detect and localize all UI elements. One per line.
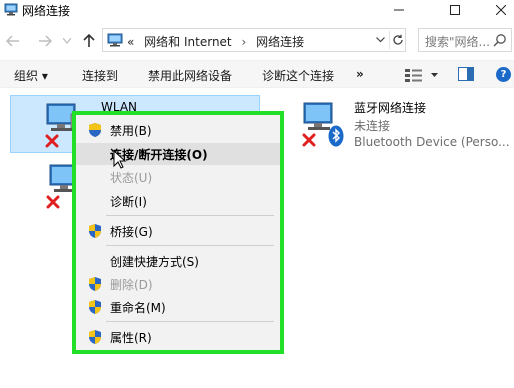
uac-shield-icon <box>89 277 101 291</box>
red-x-icon <box>46 195 60 209</box>
breadcrumb-network-internet[interactable]: 网络和 Internet <box>144 35 231 49</box>
forward-button[interactable] <box>36 32 54 50</box>
menu-item-disable[interactable]: 禁用(B) <box>76 119 280 141</box>
mouse-cursor-icon <box>113 150 127 169</box>
maximize-icon <box>450 5 460 15</box>
organize-menu[interactable]: 组织 ▾ <box>14 67 48 84</box>
search-placeholder: 搜索"网络... <box>425 35 490 49</box>
menu-item-diagnose[interactable]: 诊断(I) <box>76 190 280 212</box>
menu-separator <box>106 245 274 246</box>
menu-item-rename[interactable]: 重命名(M) <box>76 296 280 318</box>
adapter-device: Bluetooth Device (Perso... <box>354 135 510 149</box>
connect-to-button[interactable]: 连接到 <box>82 67 118 84</box>
menu-item-label: 状态(U) <box>110 171 153 185</box>
menu-item-connect-disconnect[interactable]: 连接/断开连接(O) <box>76 143 280 165</box>
breadcrumb-separator[interactable]: › <box>241 35 246 49</box>
bluetooth-icon <box>328 125 344 147</box>
close-icon <box>496 5 506 15</box>
arrow-right-icon <box>39 35 52 47</box>
maximize-button[interactable] <box>432 0 478 20</box>
back-button[interactable] <box>4 32 22 50</box>
help-icon[interactable]: ? <box>496 67 511 82</box>
disable-device-button[interactable]: 禁用此网络设备 <box>148 67 232 84</box>
menu-separator <box>106 215 274 216</box>
more-commands-button[interactable]: » <box>356 67 364 81</box>
preview-pane-icon[interactable] <box>458 67 474 81</box>
menu-item-label: 桥接(G) <box>110 225 153 239</box>
context-menu: 禁用(B) 连接/断开连接(O) 状态(U) 诊断(I) 桥接(G) 创建快捷方… <box>72 111 284 354</box>
uac-shield-icon <box>89 123 101 137</box>
adapter-name: 蓝牙网络连接 <box>354 101 427 115</box>
network-folder-icon <box>107 33 123 47</box>
recent-locations-button[interactable] <box>58 32 76 50</box>
up-button[interactable] <box>80 32 98 50</box>
title-bar: 网络连接 <box>0 0 514 20</box>
uac-shield-icon <box>89 330 101 344</box>
menu-item-create-shortcut[interactable]: 创建快捷方式(S) <box>76 250 280 272</box>
close-button[interactable] <box>478 0 514 20</box>
breadcrumb: « 网络和 Internet › 网络连接 <box>127 33 310 50</box>
uac-shield-icon <box>89 300 101 314</box>
menu-item-label: 诊断(I) <box>110 195 147 209</box>
network-folder-icon <box>4 3 18 16</box>
window-title: 网络连接 <box>22 4 71 18</box>
menu-item-label: 重命名(M) <box>110 301 166 315</box>
adapter-bluetooth[interactable]: 蓝牙网络连接 未连接 Bluetooth Device (Perso... <box>296 95 512 155</box>
red-x-icon <box>45 134 59 148</box>
chevron-down-icon <box>63 38 71 44</box>
red-x-icon <box>302 133 316 147</box>
menu-item-label: 创建快捷方式(S) <box>110 255 199 269</box>
address-bar[interactable]: « 网络和 Internet › 网络连接 <box>102 28 406 52</box>
menu-item-label: 属性(R) <box>110 331 152 345</box>
uac-shield-icon <box>89 224 101 238</box>
breadcrumb-network-connections[interactable]: 网络连接 <box>256 35 304 49</box>
menu-item-delete[interactable]: 删除(D) <box>76 273 280 295</box>
refresh-button[interactable] <box>389 31 405 49</box>
arrow-left-icon <box>6 35 19 47</box>
menu-item-properties[interactable]: 属性(R) <box>76 326 280 348</box>
menu-item-status[interactable]: 状态(U) <box>76 166 280 188</box>
change-view-icon[interactable] <box>404 67 440 83</box>
diagnose-connection-button[interactable]: 诊断这个连接 <box>262 67 334 84</box>
minimize-icon <box>394 9 404 11</box>
adapter-status: 未连接 <box>354 119 391 133</box>
navigation-bar: « 网络和 Internet › 网络连接 搜索"网络... <box>0 24 514 58</box>
chevron-down-icon <box>375 37 385 43</box>
menu-item-label: 删除(D) <box>110 278 153 292</box>
command-bar: 组织 ▾ 连接到 禁用此网络设备 诊断这个连接 » ? <box>0 60 514 88</box>
menu-separator <box>106 321 274 322</box>
menu-item-bridge[interactable]: 桥接(G) <box>76 220 280 242</box>
search-icon <box>493 34 506 47</box>
search-input[interactable]: 搜索"网络... <box>418 28 512 52</box>
arrow-up-icon <box>83 34 95 47</box>
menu-item-label: 禁用(B) <box>110 124 152 138</box>
breadcrumb-overflow[interactable]: « <box>127 35 134 49</box>
minimize-button[interactable] <box>376 0 422 20</box>
refresh-icon <box>392 34 403 45</box>
address-dropdown-button[interactable] <box>373 32 387 48</box>
